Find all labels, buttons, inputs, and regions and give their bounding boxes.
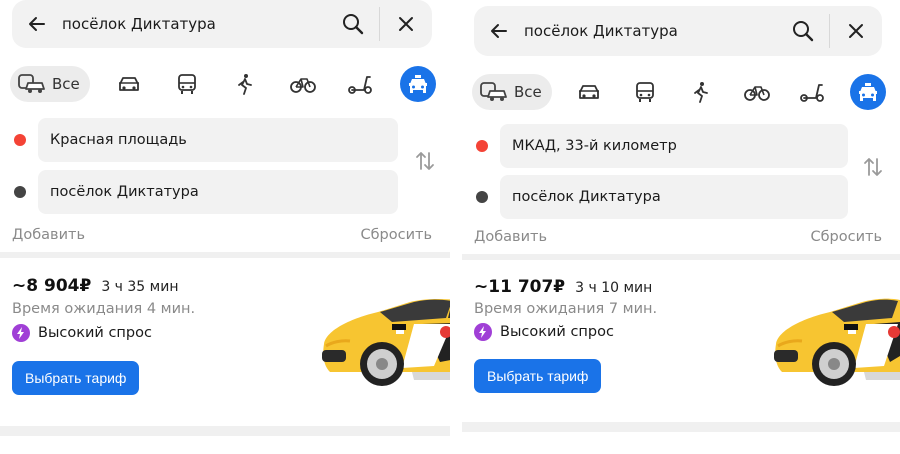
all-transport-icon xyxy=(18,74,45,93)
mode-all[interactable]: Все xyxy=(472,74,552,110)
taxi-car-image xyxy=(322,294,450,390)
route-point-from: Красная площадь xyxy=(0,118,450,162)
search-bar[interactable]: посёлок Диктатура xyxy=(12,0,432,48)
walk-icon[interactable] xyxy=(683,74,719,110)
search-icon[interactable] xyxy=(777,6,829,56)
comparison-screen: посёлок Диктатура Все Красная площадь по… xyxy=(0,0,900,454)
offer-wait: Время ожидания 7 мин. xyxy=(474,301,658,317)
reset-link[interactable]: Сбросить xyxy=(810,229,882,245)
mode-all[interactable]: Все xyxy=(10,66,90,102)
from-dot xyxy=(14,134,26,146)
section-divider-bottom xyxy=(462,422,900,432)
route-links: Добавить Сбросить xyxy=(12,227,432,243)
route-panel-right: посёлок Диктатура Все МКАД, 33-й километ… xyxy=(462,0,900,454)
mode-all-label: Все xyxy=(52,75,80,93)
close-icon[interactable] xyxy=(380,0,432,48)
choose-tariff-button[interactable]: Выбрать тариф xyxy=(474,359,602,393)
from-field[interactable]: Красная площадь xyxy=(38,118,398,162)
offer-price-line: ~8 904₽ 3 ч 35 мин xyxy=(12,276,178,296)
back-arrow-icon[interactable] xyxy=(474,6,524,56)
offer-duration: 3 ч 10 мин xyxy=(575,280,653,296)
from-field[interactable]: МКАД, 33-й километр xyxy=(500,124,848,168)
bicycle-icon[interactable] xyxy=(285,66,321,102)
demand-badge: Высокий спрос xyxy=(474,323,614,341)
offer-price: ~11 707₽ xyxy=(474,277,566,297)
route-point-to: посёлок Диктатура xyxy=(462,175,900,219)
panel-gap xyxy=(450,0,462,454)
section-divider xyxy=(462,254,900,260)
close-icon[interactable] xyxy=(830,6,882,56)
add-point-link[interactable]: Добавить xyxy=(12,227,85,243)
scooter-icon[interactable] xyxy=(794,74,830,110)
demand-label: Высокий спрос xyxy=(38,325,152,341)
car-icon[interactable] xyxy=(111,66,147,102)
section-divider-bottom xyxy=(0,426,450,436)
route-links: Добавить Сбросить xyxy=(474,229,882,245)
route-point-to: посёлок Диктатура xyxy=(0,170,450,214)
section-divider xyxy=(0,252,450,258)
add-point-link[interactable]: Добавить xyxy=(474,229,547,245)
demand-badge: Высокий спрос xyxy=(12,324,152,342)
bus-icon[interactable] xyxy=(627,74,663,110)
taxi-car-image xyxy=(774,294,900,390)
walk-icon[interactable] xyxy=(227,66,263,102)
from-dot xyxy=(476,140,488,152)
route-point-from: МКАД, 33-й километр xyxy=(462,124,900,168)
transport-modes: Все xyxy=(10,66,436,102)
offer-duration: 3 ч 35 мин xyxy=(101,279,179,295)
to-field[interactable]: посёлок Диктатура xyxy=(500,175,848,219)
taxi-icon[interactable] xyxy=(400,66,436,102)
demand-label: Высокий спрос xyxy=(500,324,614,340)
offer-wait: Время ожидания 4 мин. xyxy=(12,301,196,317)
taxi-icon[interactable] xyxy=(850,74,886,110)
search-icon[interactable] xyxy=(327,0,379,48)
car-icon[interactable] xyxy=(571,74,607,110)
scooter-icon[interactable] xyxy=(342,66,378,102)
to-dot xyxy=(14,186,26,198)
transport-modes: Все xyxy=(472,74,886,110)
offer-price-line: ~11 707₽ 3 ч 10 мин xyxy=(474,277,652,297)
lightning-icon xyxy=(12,324,30,342)
to-dot xyxy=(476,191,488,203)
to-field[interactable]: посёлок Диктатура xyxy=(38,170,398,214)
search-query[interactable]: посёлок Диктатура xyxy=(62,15,327,33)
bus-icon[interactable] xyxy=(169,66,205,102)
choose-tariff-button[interactable]: Выбрать тариф xyxy=(12,361,140,395)
search-query[interactable]: посёлок Диктатура xyxy=(524,22,777,40)
all-transport-icon xyxy=(480,82,507,101)
mode-all-label: Все xyxy=(514,83,542,101)
bicycle-icon[interactable] xyxy=(739,74,775,110)
offer-price: ~8 904₽ xyxy=(12,276,92,296)
reset-link[interactable]: Сбросить xyxy=(360,227,432,243)
lightning-icon xyxy=(474,323,492,341)
search-bar[interactable]: посёлок Диктатура xyxy=(474,6,882,56)
route-panel-left: посёлок Диктатура Все Красная площадь по… xyxy=(0,0,450,454)
back-arrow-icon[interactable] xyxy=(12,0,62,48)
